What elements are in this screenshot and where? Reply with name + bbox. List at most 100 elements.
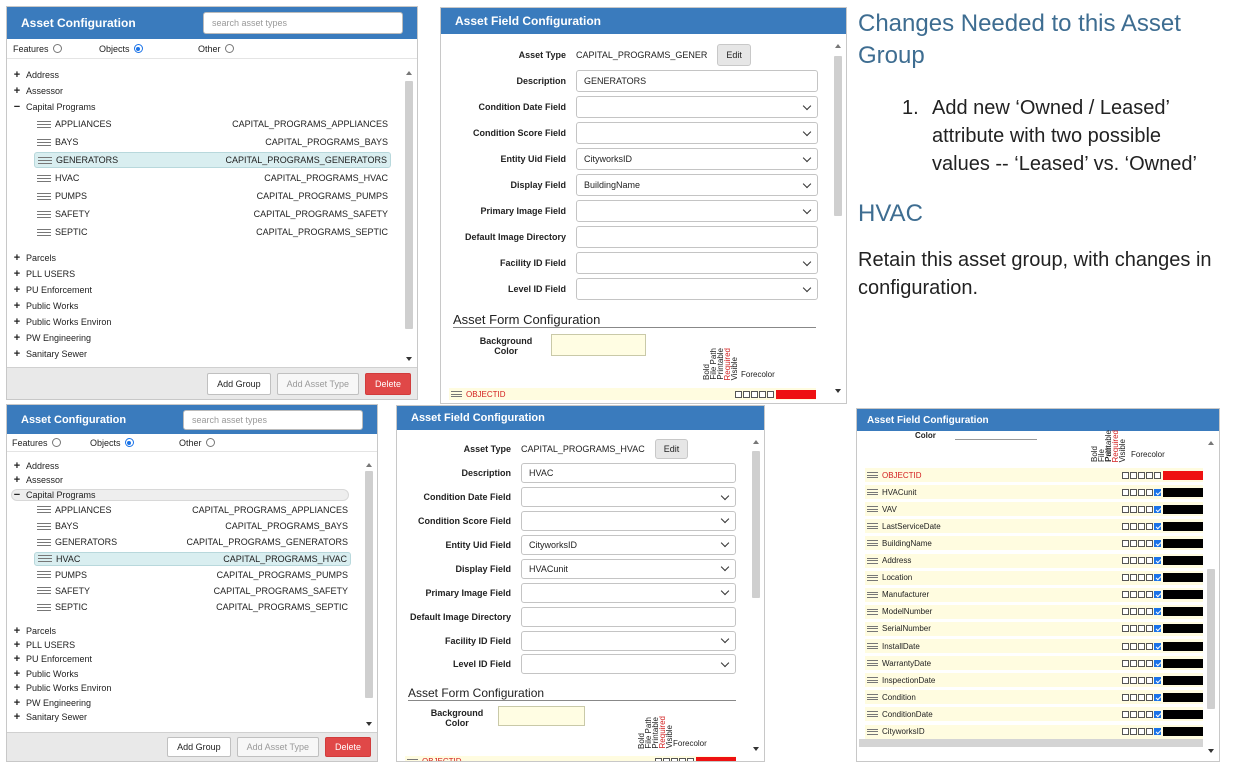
scroll-up-icon[interactable] bbox=[1208, 441, 1214, 445]
field-option-checkbox[interactable] bbox=[1122, 728, 1129, 735]
field-list-row[interactable]: Condition bbox=[865, 690, 1203, 705]
tree-node[interactable]: − Capital Programs bbox=[13, 99, 96, 115]
field-option-checkbox[interactable] bbox=[1146, 659, 1153, 667]
field-option-checkbox[interactable] bbox=[1146, 608, 1153, 616]
tree-node[interactable]: + Parcels bbox=[13, 624, 56, 638]
field-option-checkbox[interactable] bbox=[1130, 608, 1137, 616]
drag-handle-icon[interactable] bbox=[867, 540, 878, 547]
forecolor-swatch[interactable] bbox=[1163, 675, 1203, 685]
field-option-checkbox[interactable] bbox=[1122, 642, 1129, 650]
tree-node[interactable]: + Address bbox=[13, 459, 59, 473]
asset-type-row[interactable]: BAYS CAPITAL_PROGRAMS_BAYS bbox=[34, 134, 391, 150]
scroll-up-icon[interactable] bbox=[366, 463, 372, 467]
visible-checkbox[interactable] bbox=[1154, 676, 1161, 684]
tree-node[interactable]: − Capital Programs bbox=[13, 488, 96, 502]
condition-date-select[interactable] bbox=[576, 96, 818, 118]
radio-option-other[interactable]: Other bbox=[179, 438, 215, 448]
edit-asset-type-button[interactable]: Edit bbox=[654, 439, 689, 460]
drag-handle-icon[interactable] bbox=[867, 711, 878, 718]
drag-handle-icon[interactable] bbox=[38, 555, 52, 562]
field-option-checkbox[interactable] bbox=[655, 758, 662, 761]
radio-option-features[interactable]: Features bbox=[13, 44, 62, 54]
drag-handle-icon[interactable] bbox=[867, 591, 878, 598]
field-option-checkbox[interactable] bbox=[1122, 625, 1129, 633]
radio-circle[interactable] bbox=[205, 438, 215, 447]
scrollbar-thumb[interactable] bbox=[405, 81, 413, 329]
field-option-checkbox[interactable] bbox=[1122, 676, 1129, 684]
asset-type-row[interactable]: APPLIANCES CAPITAL_PROGRAMS_APPLIANCES bbox=[34, 116, 391, 132]
scroll-down-icon[interactable] bbox=[753, 747, 759, 751]
expand-icon[interactable]: + bbox=[13, 69, 21, 81]
asset-type-row[interactable]: PUMPS CAPITAL_PROGRAMS_PUMPS bbox=[34, 568, 351, 582]
field-option-checkbox[interactable] bbox=[735, 390, 742, 398]
delete-button[interactable]: Delete bbox=[324, 737, 371, 757]
drag-handle-icon[interactable] bbox=[37, 138, 51, 146]
add-asset-type-button[interactable]: Add Asset Type bbox=[276, 372, 359, 395]
scroll-down-icon[interactable] bbox=[366, 722, 372, 726]
field-option-checkbox[interactable] bbox=[1146, 710, 1153, 718]
field-option-checkbox[interactable] bbox=[1138, 505, 1145, 513]
expand-icon[interactable]: + bbox=[13, 474, 21, 486]
field-list-row[interactable]: OBJECTID bbox=[865, 468, 1203, 482]
forecolor-swatch[interactable] bbox=[1163, 556, 1203, 565]
forecolor-swatch[interactable] bbox=[1163, 727, 1203, 736]
forecolor-swatch[interactable] bbox=[1163, 487, 1203, 497]
field-option-checkbox[interactable] bbox=[679, 758, 686, 761]
field-option-checkbox[interactable] bbox=[1130, 488, 1137, 496]
field-option-checkbox[interactable] bbox=[1130, 505, 1137, 513]
asset-type-row[interactable]: APPLIANCES CAPITAL_PROGRAMS_APPLIANCES bbox=[34, 503, 351, 517]
field-list-row[interactable]: InspectionDate bbox=[865, 673, 1203, 688]
default-image-dir-input[interactable] bbox=[521, 606, 736, 627]
drag-handle-icon[interactable] bbox=[867, 506, 878, 513]
visible-checkbox[interactable] bbox=[1154, 488, 1161, 496]
field-option-checkbox[interactable] bbox=[1138, 557, 1145, 564]
drag-handle-icon[interactable] bbox=[867, 677, 878, 684]
level-id-select[interactable] bbox=[521, 654, 736, 675]
field-option-checkbox[interactable] bbox=[1122, 505, 1129, 513]
field-config-scrollbar[interactable] bbox=[832, 38, 844, 399]
visible-checkbox[interactable] bbox=[1154, 625, 1161, 633]
expand-icon[interactable]: + bbox=[13, 711, 21, 723]
drag-handle-icon[interactable] bbox=[867, 574, 878, 581]
tree-node[interactable]: + PW Engineering bbox=[13, 696, 91, 710]
entity-uid-select[interactable]: CityworksID bbox=[576, 148, 818, 170]
drag-handle-icon[interactable] bbox=[37, 603, 51, 611]
tree-node[interactable]: + Sanitary Sewer bbox=[13, 710, 87, 724]
field-option-checkbox[interactable] bbox=[1146, 522, 1153, 530]
field-option-checkbox[interactable] bbox=[1138, 471, 1145, 479]
field-option-checkbox[interactable] bbox=[1138, 676, 1145, 684]
drag-handle-icon[interactable] bbox=[37, 587, 51, 595]
forecolor-swatch[interactable] bbox=[1163, 470, 1203, 480]
field-option-checkbox[interactable] bbox=[1130, 728, 1137, 735]
scrollbar-thumb[interactable] bbox=[1207, 569, 1215, 709]
display-select[interactable]: BuildingName bbox=[576, 174, 818, 196]
asset-type-row[interactable]: BAYS CAPITAL_PROGRAMS_BAYS bbox=[34, 519, 351, 533]
background-color-picker[interactable] bbox=[498, 705, 585, 726]
condition-date-select[interactable] bbox=[521, 487, 736, 508]
field-option-checkbox[interactable] bbox=[1130, 693, 1137, 701]
field-option-checkbox[interactable] bbox=[1146, 591, 1153, 599]
tree-node[interactable]: + Public Works Environ bbox=[13, 314, 112, 330]
asset-search-input[interactable]: search asset types bbox=[183, 409, 363, 430]
field-option-checkbox[interactable] bbox=[1130, 642, 1137, 650]
visible-checkbox[interactable] bbox=[1154, 539, 1161, 547]
asset-type-row[interactable]: HVAC CAPITAL_PROGRAMS_HVAC bbox=[34, 170, 391, 186]
asset-type-row[interactable]: HVAC CAPITAL_PROGRAMS_HVAC bbox=[34, 551, 351, 566]
field-option-checkbox[interactable] bbox=[1138, 608, 1145, 616]
description-input[interactable]: HVAC bbox=[521, 463, 736, 484]
visible-checkbox[interactable] bbox=[1154, 471, 1161, 479]
primary-image-select[interactable] bbox=[521, 582, 736, 603]
expand-icon[interactable]: + bbox=[13, 625, 21, 637]
radio-circle[interactable] bbox=[52, 44, 62, 53]
visible-checkbox[interactable] bbox=[1154, 522, 1161, 530]
visible-checkbox[interactable] bbox=[1154, 728, 1161, 735]
visible-checkbox[interactable] bbox=[1154, 659, 1161, 667]
field-option-checkbox[interactable] bbox=[1146, 642, 1153, 650]
field-option-checkbox[interactable] bbox=[1138, 591, 1145, 599]
forecolor-swatch[interactable] bbox=[696, 757, 736, 761]
forecolor-swatch[interactable] bbox=[1163, 658, 1203, 668]
collapse-icon[interactable]: − bbox=[13, 489, 21, 501]
field-option-checkbox[interactable] bbox=[1138, 710, 1145, 718]
visible-checkbox[interactable] bbox=[1154, 710, 1161, 718]
field-option-checkbox[interactable] bbox=[1122, 522, 1129, 530]
